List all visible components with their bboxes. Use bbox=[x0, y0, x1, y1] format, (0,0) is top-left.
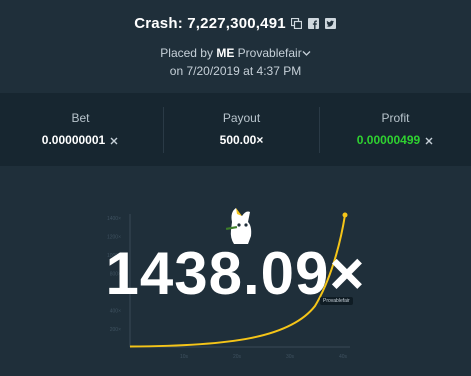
y-tick-label: 200× bbox=[110, 327, 121, 333]
bet-value: 0.00000001 bbox=[41, 133, 106, 147]
bet-stat: Bet 0.00000001 bbox=[0, 93, 161, 166]
currency-icon bbox=[109, 135, 119, 145]
profit-value-row: 0.00000499 bbox=[320, 133, 471, 147]
payout-stat: Payout 500.00× bbox=[164, 93, 319, 166]
profit-value: 0.00000499 bbox=[356, 133, 421, 147]
bet-stats-bar: Bet 0.00000001 Payout 500.00× Profit 0.0… bbox=[0, 93, 471, 166]
copy-icon[interactable] bbox=[290, 17, 303, 30]
currency-icon bbox=[424, 135, 434, 145]
placed-by-line: Placed by ME Provablefair bbox=[0, 46, 471, 60]
x-axis-ticks: 10s 20s 30s 40s bbox=[180, 354, 348, 360]
bet-header: Crash: 7,227,300,491 Placed by ME Provab… bbox=[0, 0, 471, 93]
x-tick-label: 10s bbox=[180, 354, 189, 360]
twitter-icon[interactable] bbox=[324, 17, 337, 30]
crash-multiplier: 1438.09× bbox=[105, 240, 366, 307]
y-tick-label: 1400× bbox=[107, 216, 121, 222]
bet-value-row: 0.00000001 bbox=[0, 133, 161, 147]
facebook-icon[interactable] bbox=[307, 17, 320, 30]
bet-label: Bet bbox=[71, 111, 90, 125]
payout-label: Payout bbox=[222, 111, 261, 125]
x-tick-label: 30s bbox=[286, 354, 295, 360]
placed-by-user[interactable]: ME bbox=[216, 46, 234, 60]
chevron-down-icon[interactable] bbox=[302, 46, 311, 60]
payout-value: 500.00× bbox=[219, 133, 264, 147]
crash-title: Crash: 7,227,300,491 bbox=[134, 14, 286, 32]
player-tag: Provablefair bbox=[320, 297, 353, 305]
y-tick-label: 400× bbox=[110, 309, 121, 315]
x-tick-label: 40s bbox=[339, 354, 348, 360]
x-tick-label: 20s bbox=[233, 354, 242, 360]
profit-label: Profit bbox=[381, 111, 410, 125]
placed-by-name[interactable]: Provablefair bbox=[238, 46, 302, 60]
mascot-icon bbox=[225, 208, 252, 244]
payout-value-row: 500.00× bbox=[164, 133, 319, 147]
curve-endpoint bbox=[342, 212, 348, 218]
placed-by-prefix: Placed by bbox=[160, 46, 213, 60]
placed-date: on 7/20/2019 at 4:37 PM bbox=[169, 64, 302, 78]
crash-title-row: Crash: 7,227,300,491 bbox=[0, 12, 471, 34]
profit-stat: Profit 0.00000499 bbox=[320, 93, 471, 166]
